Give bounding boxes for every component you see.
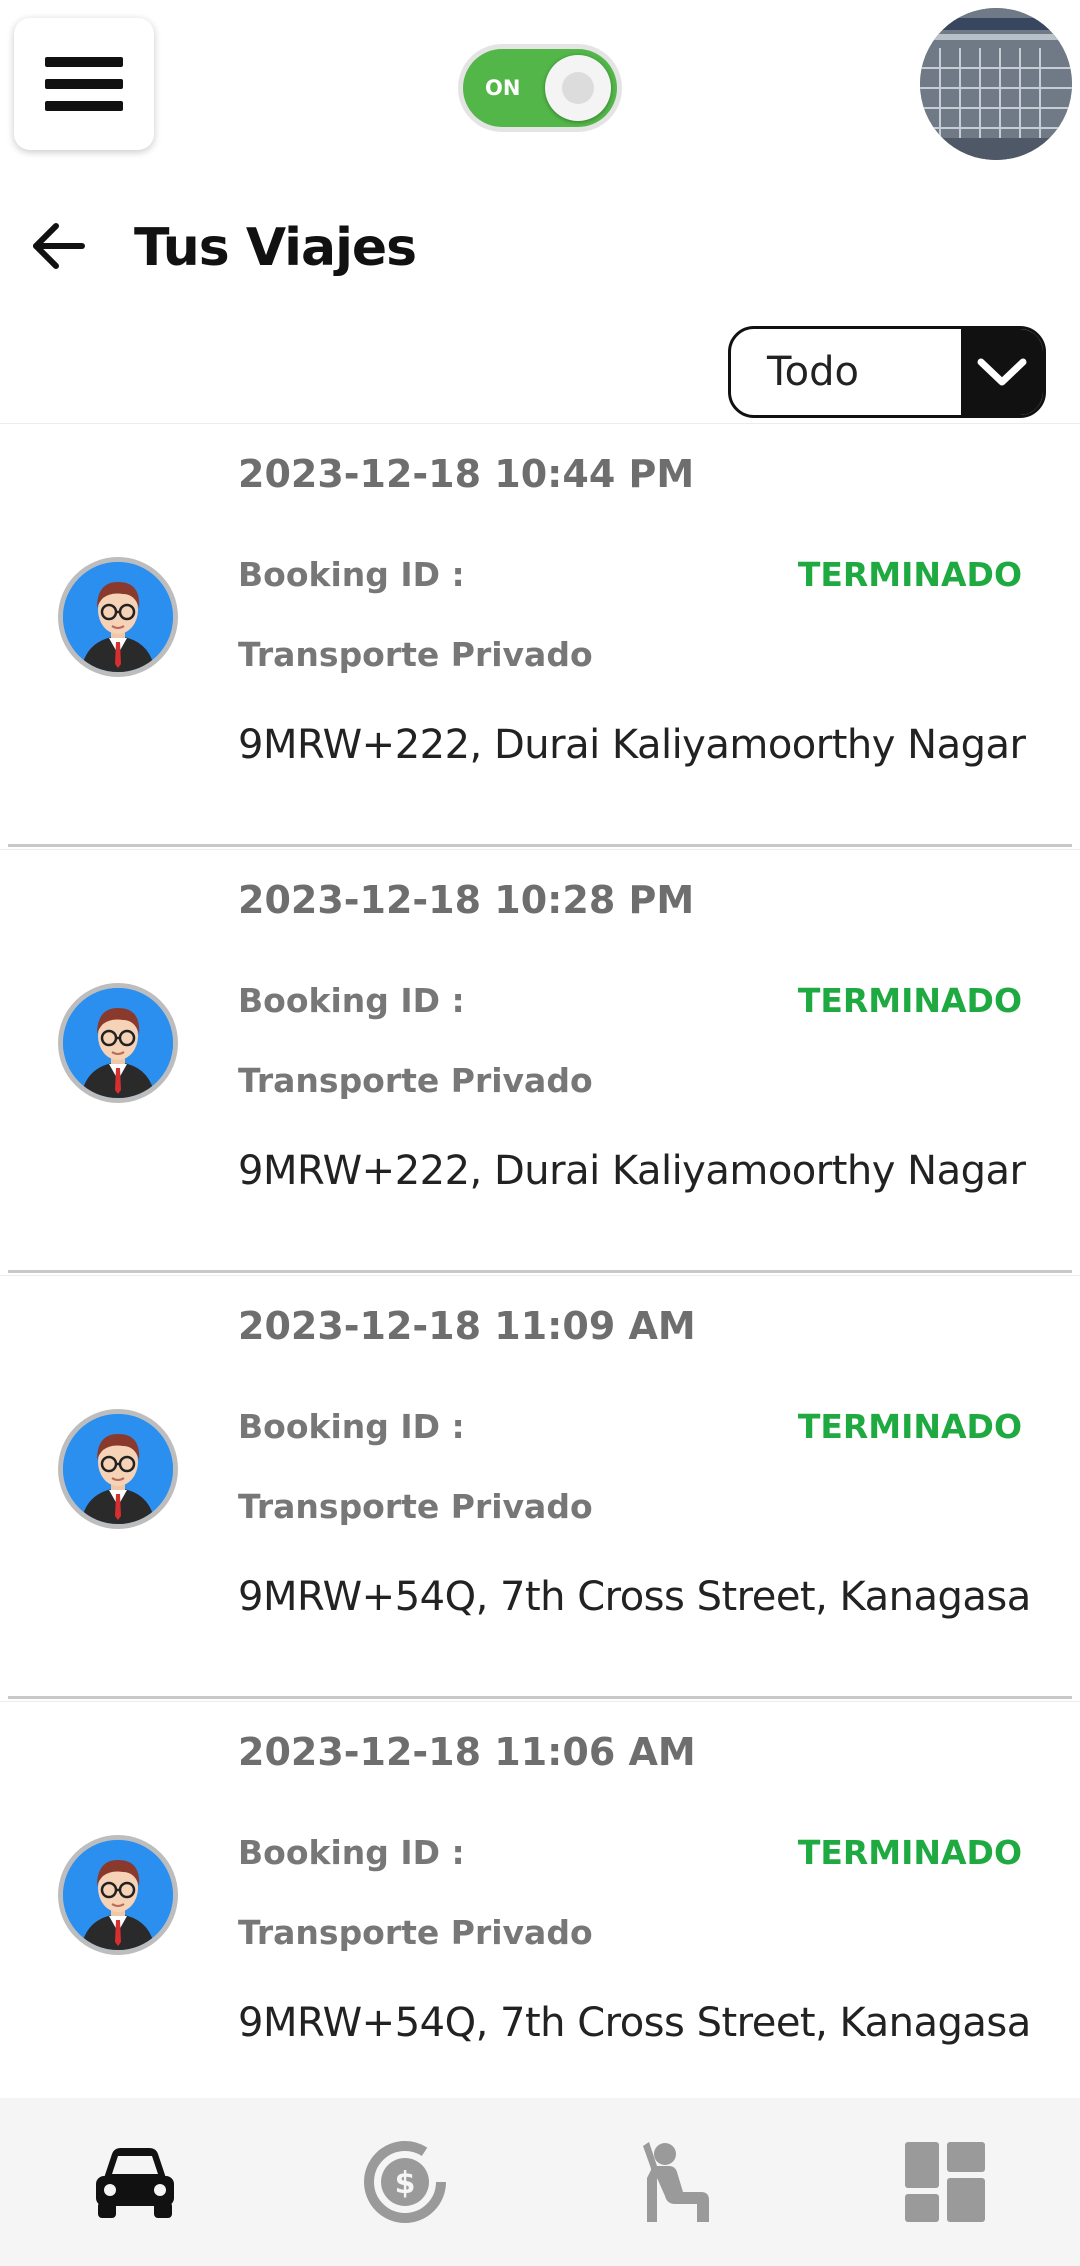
service-type: Transporte Privado (238, 635, 593, 674)
card-divider (8, 1270, 1072, 1273)
menu-button[interactable] (14, 18, 154, 150)
online-status-toggle[interactable]: ON (458, 44, 622, 132)
car-icon (96, 2148, 174, 2218)
driver-avatar (58, 983, 178, 1103)
trip-address: 9MRW+222, Durai Kaliyamoorthy Nagar, ... (238, 722, 1028, 768)
trip-list: 2023-12-18 10:44 PM Booking ID : TERMINA… (0, 423, 1080, 2127)
trip-datetime: 2023-12-18 10:28 PM (238, 878, 695, 922)
booking-id-label: Booking ID : (238, 555, 465, 594)
profile-photo[interactable] (920, 8, 1072, 160)
trip-status: TERMINADO (797, 1833, 1022, 1872)
trip-address: 9MRW+54Q, 7th Cross Street, Kanagasab... (238, 1574, 1028, 1620)
nav-dashboard[interactable] (810, 2098, 1080, 2266)
driver-avatar-icon (63, 1840, 173, 1950)
earnings-icon: $ (364, 2141, 446, 2223)
trip-datetime: 2023-12-18 11:06 AM (238, 1730, 696, 1774)
driver-avatar-icon (63, 988, 173, 1098)
hamburger-menu-icon (45, 57, 123, 67)
nav-earnings[interactable]: $ (270, 2098, 540, 2266)
trip-status: TERMINADO (797, 981, 1022, 1020)
trip-card[interactable]: 2023-12-18 10:28 PM Booking ID : TERMINA… (0, 849, 1080, 1275)
filter-selected-value: Todo (767, 349, 859, 395)
back-button[interactable] (28, 216, 88, 276)
trip-card[interactable]: 2023-12-18 11:06 AM Booking ID : TERMINA… (0, 1701, 1080, 2127)
trip-status: TERMINADO (797, 555, 1022, 594)
card-divider (8, 1696, 1072, 1699)
booking-id-label: Booking ID : (238, 1407, 465, 1446)
trip-filter-dropdown[interactable]: Todo (728, 326, 1046, 418)
toggle-knob (545, 55, 611, 121)
trip-address: 9MRW+222, Durai Kaliyamoorthy Nagar, ... (238, 1148, 1028, 1194)
toggle-label: ON (485, 76, 521, 100)
booking-id-label: Booking ID : (238, 1833, 465, 1872)
service-type: Transporte Privado (238, 1487, 593, 1526)
passenger-icon (643, 2142, 709, 2222)
page-title: Tus Viajes (134, 218, 417, 278)
card-divider (8, 844, 1072, 847)
svg-text:$: $ (395, 2166, 416, 2201)
driver-avatar (58, 1409, 178, 1529)
driver-avatar (58, 557, 178, 677)
booking-id-label: Booking ID : (238, 981, 465, 1020)
bottom-nav: $ (0, 2098, 1080, 2266)
service-type: Transporte Privado (238, 1061, 593, 1100)
profile-photo-image (920, 8, 1072, 160)
trip-datetime: 2023-12-18 10:44 PM (238, 452, 695, 496)
trip-address: 9MRW+54Q, 7th Cross Street, Kanagasab... (238, 2000, 1028, 2046)
driver-avatar (58, 1835, 178, 1955)
dashboard-icon (905, 2142, 985, 2222)
trip-card[interactable]: 2023-12-18 10:44 PM Booking ID : TERMINA… (0, 423, 1080, 849)
driver-avatar-icon (63, 1414, 173, 1524)
service-type: Transporte Privado (238, 1913, 593, 1952)
trip-status: TERMINADO (797, 1407, 1022, 1446)
arrow-left-icon (33, 223, 85, 269)
trip-datetime: 2023-12-18 11:09 AM (238, 1304, 696, 1348)
trip-card[interactable]: 2023-12-18 11:09 AM Booking ID : TERMINA… (0, 1275, 1080, 1701)
filter-arrow-button[interactable] (961, 329, 1043, 415)
driver-avatar-icon (63, 562, 173, 672)
nav-trips[interactable] (0, 2098, 270, 2266)
nav-passenger[interactable] (540, 2098, 810, 2266)
chevron-down-icon (977, 358, 1027, 386)
